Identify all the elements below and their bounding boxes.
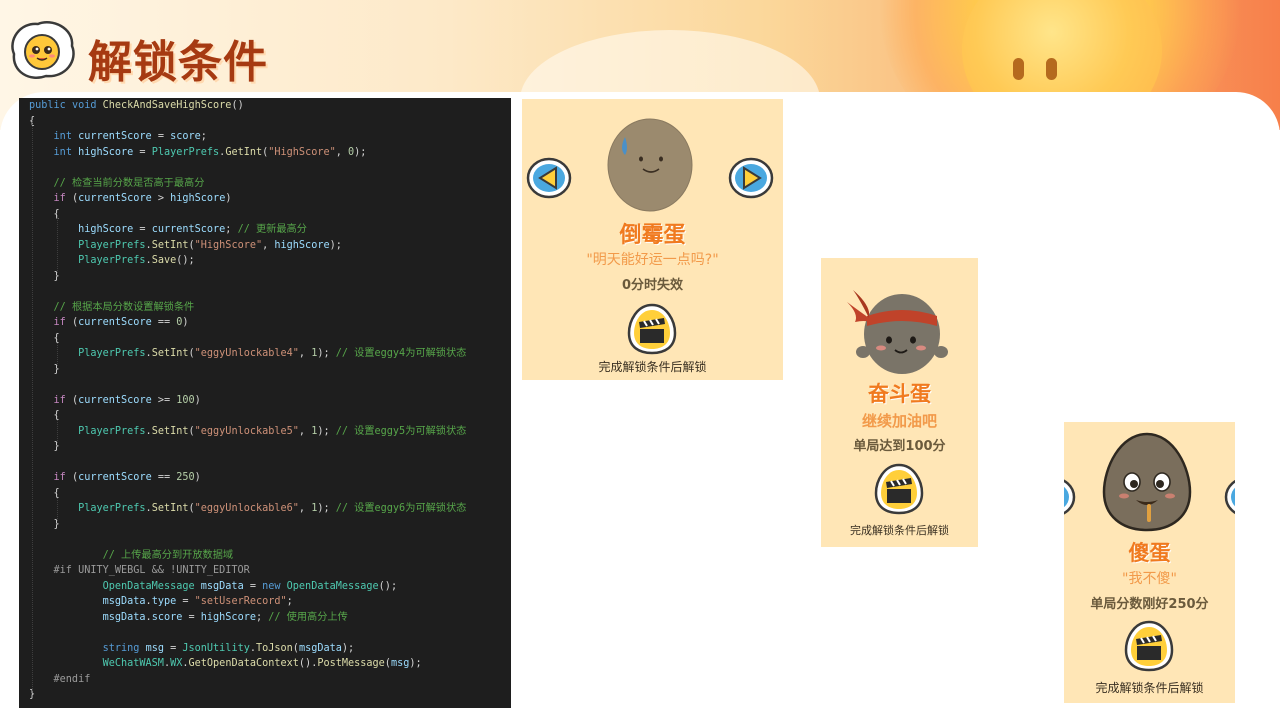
card-name: 倒霉蛋 — [619, 223, 686, 248]
egg-mascot-icon — [6, 16, 78, 84]
code-line: { — [29, 208, 60, 220]
indent-guide — [57, 493, 58, 521]
card-name: 奋斗蛋 — [868, 382, 931, 406]
code-line: PlayerPrefs.SetInt("eggyUnlockable4", 1)… — [78, 348, 467, 359]
code-line: if (currentScore == 0) — [53, 317, 189, 328]
prev-arrow-icon[interactable] — [526, 157, 572, 199]
code-editor[interactable]: public void CheckAndSaveHighScore() { int… — [19, 98, 511, 708]
code-line: msgData.score = highScore; // 使用高分上传 — [102, 611, 348, 623]
code-line: { — [29, 487, 60, 499]
code-line: msgData.type = "setUserRecord"; — [102, 596, 293, 607]
egg-card-unlucky: 倒霉蛋 "明天能好运一点吗?" 0分时失效 完成解锁条件后解锁 — [522, 99, 783, 380]
code-line: PlayerPrefs.SetInt("eggyUnlockable6", 1)… — [78, 503, 467, 514]
code-line: { — [29, 410, 60, 421]
indent-guide — [57, 338, 58, 366]
code-line: int highScore = PlayerPrefs.GetInt("High… — [53, 146, 367, 158]
code-line: } — [29, 441, 60, 452]
fighter-egg-icon — [847, 290, 948, 374]
next-arrow-icon[interactable] — [728, 157, 774, 199]
card-quote: "我不傻" — [1122, 571, 1177, 587]
next-arrow-icon[interactable] — [1224, 476, 1235, 518]
indent-guide — [32, 121, 33, 691]
card-requirement: 0分时失效 — [621, 278, 684, 293]
card-quote: "明天能好运一点吗?" — [586, 252, 719, 268]
code-line: highScore = currentScore; // 更新最高分 — [78, 224, 307, 235]
card-quote: 继续加油吧 — [861, 412, 937, 430]
silly-egg-icon — [1102, 432, 1192, 532]
sun-eye-left — [1013, 58, 1024, 80]
code-line: // 上传最高分到开放数据域 — [102, 549, 234, 561]
code-line: OpenDataMessage msgData = new OpenDataMe… — [102, 580, 398, 592]
unlucky-egg-icon — [607, 118, 693, 212]
card-name: 傻蛋 — [1128, 541, 1171, 565]
code-line: PlayerPrefs.Save(); — [78, 255, 195, 266]
code-line: if (currentScore == 250) — [53, 472, 201, 483]
code-line: public void CheckAndSaveHighScore() — [29, 100, 244, 111]
clapperboard-unlock-icon[interactable] — [1124, 620, 1174, 672]
egg-card-silly: 傻蛋 "我不傻" 单局分数刚好250分 完成解锁条件后解锁 — [1064, 422, 1235, 703]
code-line: string msg = JsonUtility.ToJson(msgData)… — [102, 642, 355, 654]
code-line: // 根据本局分数设置解锁条件 — [53, 301, 195, 313]
prev-arrow-icon[interactable] — [1064, 476, 1076, 518]
code-line: if (currentScore > highScore) — [53, 193, 232, 204]
code-line: WeChatWASM.WX.GetOpenDataContext().PostM… — [102, 658, 422, 669]
code-line: } — [29, 270, 60, 282]
sun-eye-right — [1046, 58, 1057, 80]
page-title: 解锁条件 — [88, 37, 268, 88]
card-footer: 完成解锁条件后解锁 — [1095, 681, 1204, 695]
code-line: if (currentScore >= 100) — [53, 394, 201, 406]
clapperboard-unlock-icon[interactable] — [874, 463, 924, 515]
code-line: PlayerPrefs.SetInt("eggyUnlockable5", 1)… — [78, 425, 467, 437]
card-requirement: 单局分数刚好250分 — [1090, 597, 1209, 612]
code-line: #if UNITY_WEBGL && !UNITY_EDITOR — [29, 565, 250, 576]
clapperboard-unlock-icon[interactable] — [627, 303, 677, 355]
indent-guide — [57, 416, 58, 443]
code-line: { — [29, 332, 60, 344]
code-line: } — [29, 518, 60, 530]
code-line: #endif — [29, 673, 91, 685]
egg-card-fighter: 奋斗蛋 继续加油吧 单局达到100分 完成解锁条件后解锁 — [821, 258, 978, 547]
card-footer: 完成解锁条件后解锁 — [598, 360, 707, 374]
code-line: // 检查当前分数是否高于最高分 — [53, 177, 205, 189]
code-line: PlayerPrefs.SetInt("HighScore", highScor… — [78, 239, 342, 251]
code-line: int currentScore = score; — [53, 131, 207, 142]
card-requirement: 单局达到100分 — [853, 439, 946, 454]
card-footer: 完成解锁条件后解锁 — [850, 524, 949, 537]
indent-guide — [57, 214, 58, 273]
code-line: } — [29, 363, 60, 375]
